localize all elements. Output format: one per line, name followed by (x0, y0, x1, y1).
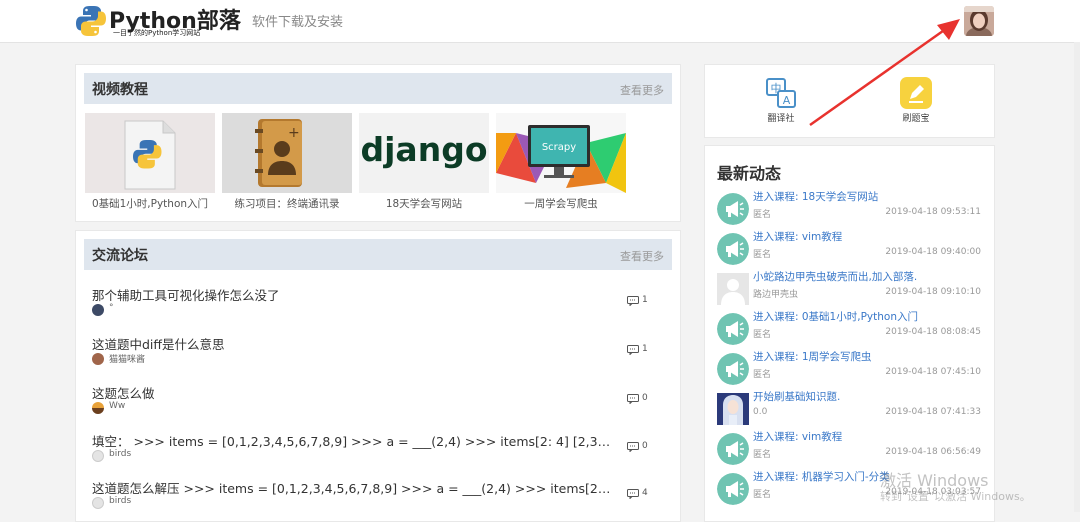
activity-user: 匿名 (753, 370, 772, 380)
svg-text:A: A (783, 94, 791, 107)
anime-girl-icon (717, 393, 749, 425)
svg-text:Scrapy: Scrapy (542, 142, 576, 153)
forum-panel: 交流论坛 查看更多 那个辅助工具可视化操作怎么没了 ° 1 这道题中diff是什… (75, 230, 681, 522)
video-panel-header: 视频教程 查看更多 (84, 73, 672, 104)
activity-user: 匿名 (753, 210, 772, 220)
topic-username: ° (109, 303, 114, 313)
user-avatar-icon (92, 353, 104, 365)
forum-topic[interactable]: 那个辅助工具可视化操作怎么没了 ° 1 (84, 285, 648, 329)
forum-more-link[interactable]: 查看更多 (620, 248, 664, 264)
megaphone-icon (717, 473, 749, 505)
topic-title[interactable]: 这道题怎么解压 >>> items = [0,1,2,3,4,5,6,7,8,9… (92, 478, 612, 497)
address-book-icon: + (222, 113, 352, 193)
forum-topic[interactable]: 这道题怎么解压 >>> items = [0,1,2,3,4,5,6,7,8,9… (84, 478, 648, 522)
default-user-icon (717, 273, 749, 305)
comment-icon (627, 296, 639, 306)
activity-title-link[interactable]: 进入课程: vim教程 (753, 429, 842, 444)
activity-panel: 最新动态 进入课程: 18天学会写网站匿名 2019-04-18 09:53:11… (704, 145, 995, 522)
activity-user: 0.0 (753, 407, 768, 417)
activity-timestamp: 2019-04-18 09:10:10 (885, 287, 981, 297)
megaphone-icon (717, 313, 749, 345)
comment-icon (627, 345, 639, 355)
activity-title-link[interactable]: 进入课程: vim教程 (753, 229, 842, 244)
topic-title[interactable]: 这题怎么做 (92, 383, 612, 402)
site-logo[interactable]: Python部落 一目了然的Python学习网站 (76, 3, 241, 39)
nav-software-download[interactable]: 软件下载及安装 (252, 11, 343, 30)
user-avatar-icon (92, 497, 104, 509)
python-logo-icon (76, 6, 106, 36)
topic-username: Ww (109, 401, 126, 411)
video-caption: 一周学会写爬虫 (524, 198, 598, 210)
activity-title-link[interactable]: 进入课程: 机器学习入门-分类 (753, 469, 890, 484)
topic-title[interactable]: 这道题中diff是什么意思 (92, 334, 612, 353)
activity-timestamp: 2019-04-18 08:08:45 (885, 327, 981, 337)
activity-timestamp: 2019-04-18 09:53:11 (885, 207, 981, 217)
topic-title[interactable]: 填空： >>> items = [0,1,2,3,4,5,6,7,8,9] >>… (92, 431, 612, 450)
video-card-address-book[interactable]: + 练习项目：终端通讯录 (222, 113, 352, 213)
topic-username: birds (109, 449, 132, 459)
forum-topic[interactable]: 填空： >>> items = [0,1,2,3,4,5,6,7,8,9] >>… (84, 431, 648, 475)
megaphone-icon (717, 353, 749, 385)
svg-text:+: + (288, 125, 300, 141)
activity-user: 匿名 (753, 330, 772, 340)
video-card-django[interactable]: django 18天学会写网站 (359, 113, 489, 213)
video-card-python-intro[interactable]: 0基础1小时,Python入门 (85, 113, 215, 213)
user-avatar-icon (92, 402, 104, 414)
activity-user: 匿名 (753, 250, 772, 260)
forum-topic[interactable]: 这道题中diff是什么意思 猫猫咪酱 1 (84, 334, 648, 378)
python-doc-icon (85, 113, 215, 193)
activity-title: 最新动态 (717, 164, 782, 183)
topic-username: birds (109, 496, 132, 506)
comment-icon (627, 489, 639, 499)
logo-subtitle: 一目了然的Python学习网站 (113, 29, 201, 37)
activity-user: 路边甲壳虫 (753, 290, 799, 300)
activity-title-link[interactable]: 小蛇路边甲壳虫破壳而出,加入部落. (753, 269, 917, 284)
megaphone-icon (717, 433, 749, 465)
activity-item[interactable]: 小蛇路边甲壳虫破壳而出,加入部落. 路边甲壳虫 2019-04-18 09:10:1… (717, 269, 981, 309)
comment-icon (627, 442, 639, 452)
activity-timestamp: 2019-04-18 07:45:10 (885, 367, 981, 377)
activity-item[interactable]: 进入课程: 0基础1小时,Python入门匿名 2019-04-18 08:08:… (717, 309, 981, 349)
video-panel: 视频教程 查看更多 0基础1小时,Python入门 + 练习项目：终端通讯录 d… (75, 64, 681, 222)
activity-title-link[interactable]: 进入课程: 0基础1小时,Python入门 (753, 309, 918, 324)
activity-item[interactable]: 进入课程: 18天学会写网站匿名 2019-04-18 09:53:11 (717, 189, 981, 229)
activity-title-link[interactable]: 开始刷基础知识题. (753, 389, 840, 404)
video-caption: 练习项目：终端通讯录 (234, 198, 340, 210)
activity-title-link[interactable]: 进入课程: 18天学会写网站 (753, 189, 878, 204)
video-caption: 18天学会写网站 (385, 198, 463, 210)
activity-item[interactable]: 开始刷基础知识题. 0.0 2019-04-18 07:41:33 (717, 389, 981, 429)
translate-icon: 中 A (766, 78, 796, 108)
video-card-scrapy[interactable]: Scrapy 一周学会写爬虫 (496, 113, 626, 213)
topic-title[interactable]: 那个辅助工具可视化操作怎么没了 (92, 285, 612, 304)
activity-timestamp: 2019-04-18 07:41:33 (885, 407, 981, 417)
forum-section-title: 交流论坛 (92, 248, 148, 264)
svg-text:django: django (361, 130, 488, 169)
forum-topic[interactable]: 这题怎么做 Ww 0 (84, 383, 648, 427)
comment-icon (627, 394, 639, 404)
windows-activation-hint: 转到"设置"以激活 Windows。 (880, 490, 1031, 503)
megaphone-icon (717, 193, 749, 225)
activity-timestamp: 2019-04-18 09:40:00 (885, 247, 981, 257)
user-avatar-icon (92, 304, 104, 316)
activity-title-link[interactable]: 进入课程: 1周学会写爬虫 (753, 349, 872, 364)
activity-user: 匿名 (753, 450, 772, 460)
activity-item[interactable]: 进入课程: vim教程匿名 2019-04-18 06:56:49 (717, 429, 981, 469)
activity-timestamp: 2019-04-18 06:56:49 (885, 447, 981, 457)
video-more-link[interactable]: 查看更多 (620, 82, 664, 98)
megaphone-icon (717, 233, 749, 265)
topic-username: 猫猫咪酱 (109, 355, 146, 365)
forum-panel-header: 交流论坛 查看更多 (84, 239, 672, 270)
django-logo: django (359, 113, 489, 193)
annotation-arrow (809, 19, 960, 127)
activity-user: 匿名 (753, 490, 772, 500)
activity-item[interactable]: 进入课程: vim教程匿名 2019-04-18 09:40:00 (717, 229, 981, 269)
scrollbar[interactable] (1074, 42, 1080, 512)
video-section-title: 视频教程 (92, 82, 148, 98)
video-caption: 0基础1小时,Python入门 (91, 198, 209, 210)
user-avatar-icon (92, 450, 104, 462)
activity-item[interactable]: 进入课程: 1周学会写爬虫匿名 2019-04-18 07:45:10 (717, 349, 981, 389)
scrapy-monitor-icon: Scrapy (496, 113, 626, 193)
